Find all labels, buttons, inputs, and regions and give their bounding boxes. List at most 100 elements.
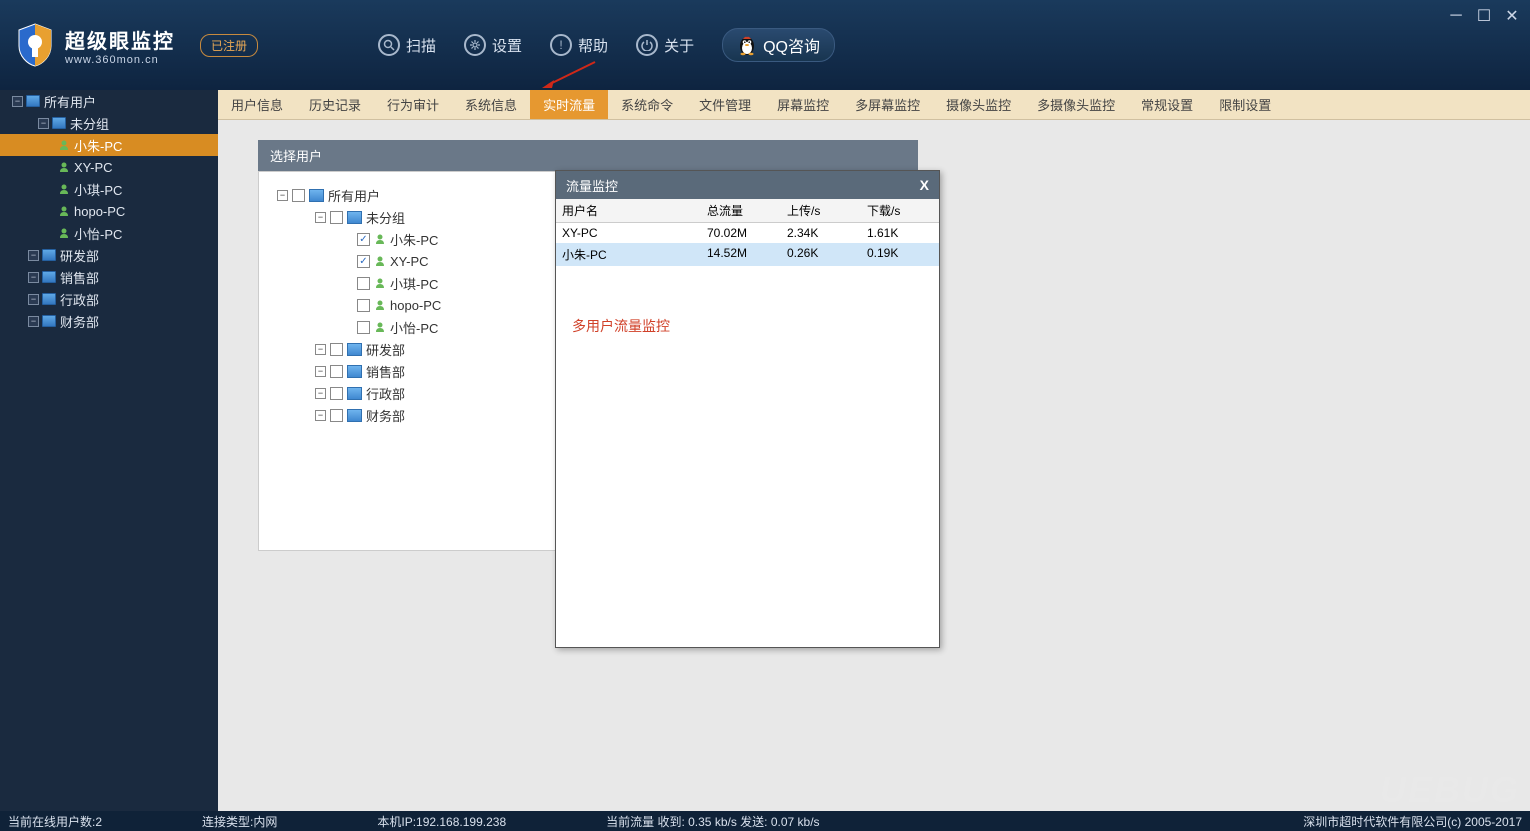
- shield-icon: [15, 22, 55, 68]
- collapse-icon[interactable]: −: [315, 212, 326, 223]
- minimize-button[interactable]: ─: [1448, 8, 1464, 24]
- user-icon: [374, 299, 386, 311]
- tab-item[interactable]: 行为审计: [374, 90, 452, 119]
- help-button[interactable]: ! 帮助: [550, 34, 608, 56]
- sidebar-user-item[interactable]: XY-PC: [0, 156, 218, 178]
- settings-button[interactable]: 设置: [464, 34, 522, 56]
- user-icon: [374, 233, 386, 245]
- tab-item[interactable]: 限制设置: [1206, 90, 1284, 119]
- tab-item[interactable]: 用户信息: [218, 90, 296, 119]
- table-row[interactable]: 小朱-PC14.52M0.26K0.19K: [556, 243, 939, 266]
- status-ip: 本机IP:192.168.199.238: [377, 813, 506, 830]
- scan-button[interactable]: 扫描: [378, 34, 436, 56]
- tab-item[interactable]: 系统信息: [452, 90, 530, 119]
- traffic-table: 用户名 总流量 上传/s 下载/s XY-PC70.02M2.34K1.61K小…: [556, 199, 939, 266]
- collapse-icon[interactable]: −: [277, 190, 288, 201]
- maximize-button[interactable]: ☐: [1476, 8, 1492, 24]
- tab-item[interactable]: 系统命令: [608, 90, 686, 119]
- main-toolbar: 扫描 设置 ! 帮助 关于 QQ咨询: [378, 28, 835, 62]
- qq-label: QQ咨询: [763, 33, 820, 57]
- dialog-header[interactable]: 流量监控 X: [556, 171, 939, 199]
- expand-icon[interactable]: −: [315, 388, 326, 399]
- sidebar-user-label: 小怡-PC: [74, 224, 122, 243]
- tree-user-label: 小怡-PC: [390, 318, 438, 337]
- sidebar-user-item[interactable]: 小琪-PC: [0, 178, 218, 200]
- collapse-icon[interactable]: −: [12, 96, 23, 107]
- checkbox[interactable]: [330, 343, 343, 356]
- sidebar-user-label: 小琪-PC: [74, 180, 122, 199]
- expand-icon[interactable]: −: [28, 272, 39, 283]
- window-controls: ─ ☐ ✕: [1448, 8, 1520, 24]
- tab-item[interactable]: 多摄像头监控: [1024, 90, 1128, 119]
- checkbox[interactable]: [330, 365, 343, 378]
- monitor-icon: [42, 293, 56, 305]
- expand-icon[interactable]: −: [28, 294, 39, 305]
- monitor-icon: [347, 365, 362, 378]
- tab-item[interactable]: 文件管理: [686, 90, 764, 119]
- cell-download: 0.19K: [861, 243, 939, 266]
- tabbar: 用户信息历史记录行为审计系统信息实时流量系统命令文件管理屏幕监控多屏幕监控摄像头…: [218, 90, 1530, 120]
- expand-icon[interactable]: −: [28, 250, 39, 261]
- user-icon: [374, 255, 386, 267]
- sidebar-dept-item[interactable]: −研发部: [0, 244, 218, 266]
- tab-item[interactable]: 屏幕监控: [764, 90, 842, 119]
- col-upload[interactable]: 上传/s: [781, 199, 861, 222]
- cell-user: XY-PC: [556, 223, 701, 243]
- monitor-icon: [347, 211, 362, 224]
- sidebar-ungrouped[interactable]: − 未分组: [0, 112, 218, 134]
- table-header-row: 用户名 总流量 上传/s 下载/s: [556, 199, 939, 223]
- checkbox[interactable]: [330, 211, 343, 224]
- col-user[interactable]: 用户名: [556, 199, 701, 222]
- app-name: 超级眼监控 www.360mon.cn: [65, 25, 175, 66]
- about-label: 关于: [664, 35, 694, 56]
- sidebar-user-item[interactable]: 小朱-PC: [0, 134, 218, 156]
- checkbox[interactable]: ✓: [357, 255, 370, 268]
- qq-consult-button[interactable]: QQ咨询: [722, 28, 835, 62]
- col-total[interactable]: 总流量: [701, 199, 781, 222]
- sidebar-user-item[interactable]: hopo-PC: [0, 200, 218, 222]
- sidebar-ungrouped-label: 未分组: [70, 114, 109, 133]
- tab-item[interactable]: 实时流量: [530, 90, 608, 119]
- tree-dept-label: 财务部: [366, 406, 405, 425]
- tab-item[interactable]: 摄像头监控: [933, 90, 1024, 119]
- checkbox[interactable]: [330, 409, 343, 422]
- app-name-en: www.360mon.cn: [65, 54, 175, 66]
- sidebar-dept-item[interactable]: −财务部: [0, 310, 218, 332]
- settings-label: 设置: [492, 35, 522, 56]
- monitor-icon: [26, 95, 40, 107]
- checkbox[interactable]: [330, 387, 343, 400]
- cell-total: 70.02M: [701, 223, 781, 243]
- dialog-close-button[interactable]: X: [920, 177, 929, 193]
- scan-label: 扫描: [406, 35, 436, 56]
- close-button[interactable]: ✕: [1504, 8, 1520, 24]
- gear-icon: [464, 34, 486, 56]
- monitor-icon: [42, 315, 56, 327]
- tab-item[interactable]: 历史记录: [296, 90, 374, 119]
- checkbox[interactable]: [357, 299, 370, 312]
- expand-icon[interactable]: −: [315, 344, 326, 355]
- expand-icon[interactable]: −: [315, 410, 326, 421]
- table-row[interactable]: XY-PC70.02M2.34K1.61K: [556, 223, 939, 243]
- expand-icon[interactable]: −: [315, 366, 326, 377]
- sidebar-dept-item[interactable]: −行政部: [0, 288, 218, 310]
- checkbox[interactable]: ✓: [357, 233, 370, 246]
- checkbox[interactable]: [292, 189, 305, 202]
- expand-icon[interactable]: −: [28, 316, 39, 327]
- sidebar-dept-label: 销售部: [60, 268, 99, 287]
- sidebar-root-label: 所有用户: [44, 92, 96, 111]
- tab-item[interactable]: 多屏幕监控: [842, 90, 933, 119]
- tree-user-label: 小琪-PC: [390, 274, 438, 293]
- sidebar-root[interactable]: − 所有用户: [0, 90, 218, 112]
- checkbox[interactable]: [357, 277, 370, 290]
- about-button[interactable]: 关于: [636, 34, 694, 56]
- tab-item[interactable]: 常规设置: [1128, 90, 1206, 119]
- tree-user-label: 小朱-PC: [390, 230, 438, 249]
- sidebar-user-item[interactable]: 小怡-PC: [0, 222, 218, 244]
- col-download[interactable]: 下载/s: [861, 199, 939, 222]
- cell-download: 1.61K: [861, 223, 939, 243]
- collapse-icon[interactable]: −: [38, 118, 49, 129]
- sidebar-dept-item[interactable]: − 销售部: [0, 266, 218, 288]
- titlebar: 超级眼监控 www.360mon.cn 已注册 扫描 设置 ! 帮助 关于: [0, 0, 1530, 90]
- user-icon: [58, 139, 70, 151]
- checkbox[interactable]: [357, 321, 370, 334]
